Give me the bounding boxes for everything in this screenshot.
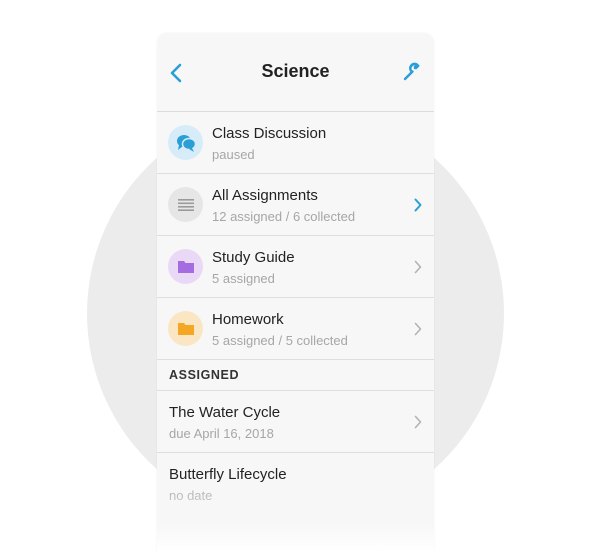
list-item-homework[interactable]: Homework 5 assigned / 5 collected (157, 298, 434, 360)
page-title: Science (261, 61, 330, 81)
item-title: Class Discussion (212, 125, 327, 142)
chevron-right-icon (414, 322, 422, 336)
list-lines-icon (177, 198, 194, 211)
wrench-icon[interactable] (402, 62, 422, 82)
item-title: The Water Cycle (169, 404, 281, 421)
item-title: All Assignments (212, 187, 318, 204)
item-subtitle: due April 16, 2018 (169, 426, 274, 441)
chevron-right-icon (414, 415, 422, 429)
nav-bar: Science (157, 33, 434, 112)
list-item-butterfly-lifecycle[interactable]: Butterfly Lifecycle no date (157, 453, 434, 515)
item-title: Butterfly Lifecycle (169, 466, 287, 483)
item-title: Study Guide (212, 249, 295, 266)
chat-bubbles-icon (176, 134, 196, 152)
icon-badge (168, 187, 203, 222)
item-subtitle: 5 assigned / 5 collected (212, 333, 348, 348)
phone-screen: Science Class Discussion paused All Assi… (157, 33, 434, 552)
icon-badge (168, 249, 203, 284)
folder-icon (177, 261, 194, 273)
list-item-class-discussion[interactable]: Class Discussion paused (157, 112, 434, 174)
item-subtitle: no date (169, 488, 213, 503)
list-item-study-guide[interactable]: Study Guide 5 assigned (157, 236, 434, 298)
section-header-assigned: ASSIGNED (157, 360, 434, 391)
item-subtitle: paused (212, 147, 255, 162)
chevron-right-icon (414, 198, 422, 212)
folder-icon (177, 323, 194, 335)
chevron-right-icon (414, 260, 422, 274)
item-subtitle: 12 assigned / 6 collected (212, 209, 356, 224)
list-item-water-cycle[interactable]: The Water Cycle due April 16, 2018 (157, 391, 434, 453)
icon-badge (168, 311, 203, 346)
icon-badge (168, 125, 203, 160)
item-subtitle: 5 assigned (212, 271, 275, 286)
item-title: Homework (212, 311, 284, 328)
list-item-all-assignments[interactable]: All Assignments 12 assigned / 6 collecte… (157, 174, 434, 236)
